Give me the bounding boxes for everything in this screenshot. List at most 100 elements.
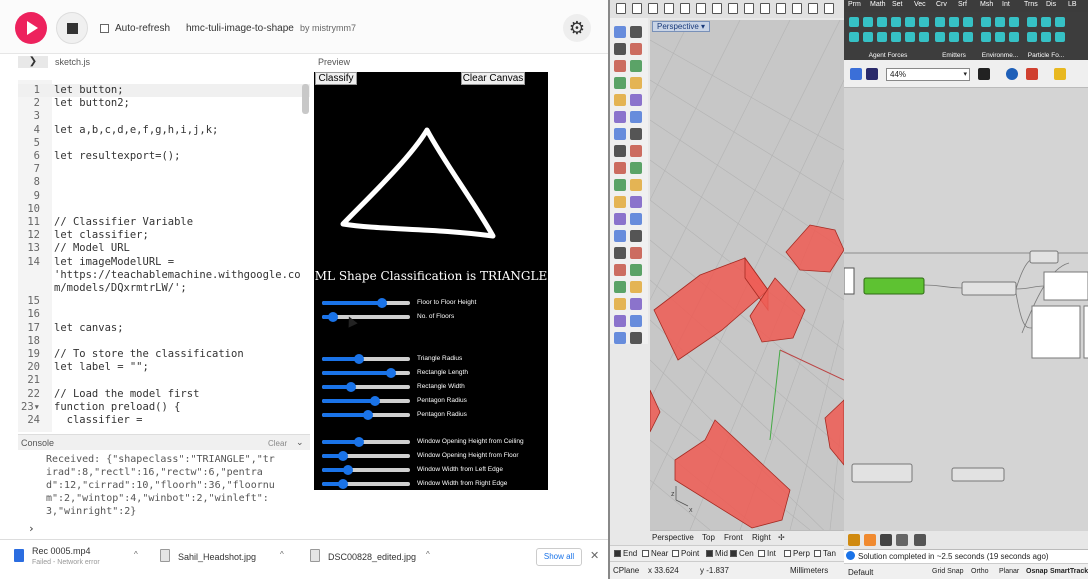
- gh-component-icon[interactable]: [1055, 32, 1065, 42]
- gh-component-icon[interactable]: [981, 32, 991, 42]
- gh-component-icon[interactable]: [1009, 17, 1019, 27]
- code-line[interactable]: 12 let classifier;: [18, 229, 310, 242]
- gh-component-icon[interactable]: [1027, 32, 1037, 42]
- code-line[interactable]: 15: [18, 295, 310, 308]
- stop-button[interactable]: [56, 12, 88, 44]
- code-line[interactable]: 'https://teachablemachine.withgoogle.co: [18, 269, 310, 282]
- rhino-command-icon[interactable]: [614, 332, 626, 344]
- parameter-slider[interactable]: [322, 410, 410, 420]
- osnap-option[interactable]: Near: [642, 549, 668, 558]
- console-prompt-icon[interactable]: ›: [28, 522, 35, 535]
- gh-tab[interactable]: Prm: [848, 1, 861, 8]
- osnap-checkbox[interactable]: [642, 550, 649, 557]
- status-toggle[interactable]: Osnap: [1026, 568, 1048, 575]
- gh-tab[interactable]: Srf: [958, 1, 967, 8]
- code-line[interactable]: 19 // To store the classification: [18, 348, 310, 361]
- gh-component-icon[interactable]: [849, 32, 859, 42]
- gh-tab[interactable]: Int: [1002, 1, 1010, 8]
- gh-tab[interactable]: Msh: [980, 1, 993, 8]
- code-line[interactable]: 9: [18, 190, 310, 203]
- undo-icon[interactable]: [744, 3, 754, 14]
- osnap-option[interactable]: End: [614, 549, 637, 558]
- osnap-option[interactable]: Perp: [784, 549, 810, 558]
- code-line[interactable]: 11 // Classifier Variable: [18, 216, 310, 229]
- viewport-tab[interactable]: Front: [724, 533, 743, 542]
- download-options-chevron-icon[interactable]: ^: [280, 550, 284, 559]
- osnap-checkbox[interactable]: [758, 550, 765, 557]
- gh-component-icon[interactable]: [935, 32, 945, 42]
- rhino-command-icon[interactable]: [614, 77, 626, 89]
- preview-mode-icon[interactable]: [864, 534, 876, 546]
- gh-component-icon[interactable]: [1027, 17, 1037, 27]
- code-line[interactable]: 16: [18, 308, 310, 321]
- rhino-command-icon[interactable]: [630, 230, 642, 242]
- rhino-command-icon[interactable]: [614, 247, 626, 259]
- perspective-viewport[interactable]: z x: [650, 20, 844, 530]
- save-file-icon[interactable]: [866, 68, 878, 80]
- gh-component-icon[interactable]: [919, 17, 929, 27]
- gh-component-icon[interactable]: [905, 32, 915, 42]
- redo-icon[interactable]: [760, 3, 770, 14]
- code-line[interactable]: 14 let imageModelURL =: [18, 256, 310, 269]
- gh-tab[interactable]: Set: [892, 1, 903, 8]
- download-options-chevron-icon[interactable]: ^: [426, 550, 430, 559]
- download-item[interactable]: Sahil_Headshot.jpg ^: [160, 540, 300, 580]
- osnap-option[interactable]: Int: [758, 549, 776, 558]
- gh-component-icon[interactable]: [1041, 32, 1051, 42]
- viewport-tab[interactable]: Perspective: [652, 533, 694, 542]
- new-file-icon[interactable]: [616, 3, 626, 14]
- gh-component-icon[interactable]: [1009, 32, 1019, 42]
- slider-thumb[interactable]: [362, 410, 373, 420]
- status-toggle[interactable]: SmartTrack: [1050, 568, 1088, 575]
- slider-thumb[interactable]: [327, 312, 338, 322]
- file-name-tab[interactable]: sketch.js: [55, 57, 90, 67]
- console-collapse-chevron-icon[interactable]: ⌄: [296, 437, 304, 448]
- rhino-command-icon[interactable]: [614, 60, 626, 72]
- sketch-author[interactable]: by mistrymm7: [300, 23, 356, 33]
- wireframe-icon[interactable]: [896, 534, 908, 546]
- parameter-slider[interactable]: [322, 479, 410, 489]
- slider-thumb[interactable]: [385, 368, 396, 378]
- code-line[interactable]: 13 // Model URL: [18, 242, 310, 255]
- gh-component-icon[interactable]: [949, 32, 959, 42]
- console-clear-button[interactable]: Clear: [268, 439, 287, 448]
- gh-component-icon[interactable]: [963, 17, 973, 27]
- bake-icon[interactable]: [1026, 68, 1038, 80]
- osnap-checkbox[interactable]: [614, 550, 621, 557]
- preview-eye-icon[interactable]: [1006, 68, 1018, 80]
- parameter-slider[interactable]: [322, 451, 410, 461]
- code-line[interactable]: 23▾ function preload() {: [18, 401, 310, 414]
- gh-component-icon[interactable]: [863, 17, 873, 27]
- rhino-command-icon[interactable]: [614, 213, 626, 225]
- parameter-slider[interactable]: [322, 465, 410, 475]
- slider-thumb[interactable]: [346, 382, 357, 392]
- gh-component-partial[interactable]: [844, 267, 855, 295]
- gh-tab[interactable]: Trns: [1024, 1, 1038, 8]
- code-line[interactable]: 6 let resultexport=();: [18, 150, 310, 163]
- gh-tab[interactable]: Dis: [1046, 1, 1056, 8]
- gh-component-icon[interactable]: [949, 17, 959, 27]
- zoom-window-icon[interactable]: [824, 3, 834, 14]
- gh-component-icon[interactable]: [995, 32, 1005, 42]
- console-header[interactable]: Console Clear ⌄: [18, 434, 310, 450]
- print-icon[interactable]: [664, 3, 674, 14]
- gh-component-icon[interactable]: [849, 17, 859, 27]
- code-line[interactable]: 17 let canvas;: [18, 322, 310, 335]
- gh-tab[interactable]: Vec: [914, 1, 926, 8]
- gh-selected-component[interactable]: [863, 277, 925, 295]
- rhino-command-icon[interactable]: [630, 332, 642, 344]
- osnap-checkbox[interactable]: [706, 550, 713, 557]
- gh-component-icon[interactable]: [877, 17, 887, 27]
- code-line[interactable]: 1 let button;: [18, 84, 310, 98]
- rhino-command-icon[interactable]: [630, 145, 642, 157]
- sketch-title[interactable]: hmc-tuli-image-to-shape: [186, 23, 294, 34]
- rhino-command-icon[interactable]: [630, 94, 642, 106]
- import-icon[interactable]: [680, 3, 690, 14]
- code-editor[interactable]: 1 let button; 2 let button2; 3 4 let a,b,c,d,e…: [18, 80, 310, 432]
- rhino-command-icon[interactable]: [614, 179, 626, 191]
- gh-panel[interactable]: [1031, 305, 1081, 359]
- viewport-tab[interactable]: Top: [702, 533, 715, 542]
- code-line[interactable]: 5: [18, 137, 310, 150]
- parameter-slider[interactable]: [322, 437, 410, 447]
- settings-gear-icon[interactable]: ⚙: [563, 14, 591, 42]
